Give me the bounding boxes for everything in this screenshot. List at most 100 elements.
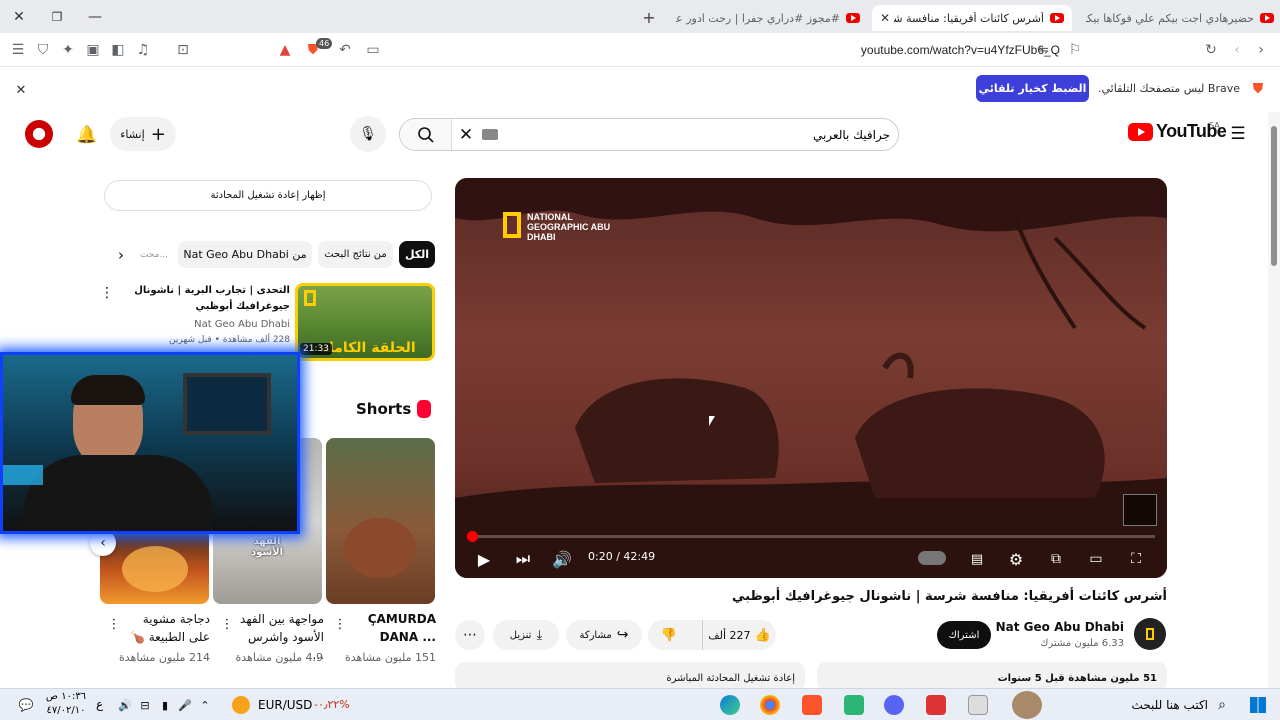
taskbar-app-icon[interactable] — [926, 695, 946, 715]
close-notice-icon[interactable]: ✕ — [12, 81, 30, 99]
play-icon[interactable]: ▶ — [472, 547, 496, 571]
chip-from-search[interactable]: من نتائج البحث — [318, 241, 393, 268]
create-button[interactable]: إنشاء + — [110, 117, 176, 151]
voice-search-button[interactable]: 🎙 — [350, 116, 386, 152]
dislike-icon[interactable]: 👎 — [660, 627, 678, 643]
miniplayer-icon[interactable]: ⧉ — [1044, 547, 1068, 571]
short-more-icon[interactable]: ⋮ — [108, 616, 121, 632]
clear-search-icon[interactable]: ✕ — [456, 125, 476, 145]
screenshot-icon[interactable]: ⊡ — [174, 41, 192, 59]
chip-from-channel[interactable]: من Nat Geo Abu Dhabi — [178, 241, 312, 268]
related-more-icon[interactable]: ⋮ — [100, 284, 114, 302]
short-more-icon[interactable]: ⋮ — [334, 616, 347, 632]
back-icon[interactable]: › — [1252, 41, 1270, 59]
reload-icon[interactable]: ↻ — [1202, 41, 1220, 59]
forward-icon[interactable]: ‹ — [1228, 41, 1246, 59]
battery-tray-icon[interactable]: ▮ — [158, 697, 172, 713]
more-actions-button[interactable]: ⋯ — [455, 620, 485, 650]
notification-center-icon[interactable]: 💬 — [18, 697, 34, 713]
related-thumb-text: الحلقة الكاملة — [320, 340, 416, 356]
taskbar-brave-icon[interactable] — [802, 695, 822, 715]
bookmark-icon[interactable]: ⚐ — [1066, 41, 1084, 59]
channel-avatar[interactable] — [25, 120, 53, 148]
taskbar-app-icon[interactable] — [844, 695, 864, 715]
guide-menu-icon[interactable]: ☰ — [1228, 124, 1248, 144]
cast-icon[interactable]: ▭ — [364, 41, 382, 59]
download-button[interactable]: تنزيل ⤓ — [493, 620, 559, 650]
subscribe-button[interactable]: اشتراك — [937, 621, 991, 649]
wallet-icon[interactable]: ▣ — [84, 41, 102, 59]
taskbar-search-placeholder[interactable]: اكتب هنا للبحث — [1100, 698, 1208, 712]
short-title[interactable]: ÇAMURDA DANA ... — [352, 610, 436, 646]
shield-outline-icon[interactable]: ⛉ — [34, 41, 52, 59]
new-tab-icon[interactable]: + — [640, 8, 658, 27]
like-button[interactable]: 227 ألف 👍 — [702, 620, 776, 650]
notifications-bell-icon[interactable]: 🔔 — [76, 124, 98, 146]
channel-logo[interactable] — [1134, 618, 1166, 650]
tab-item[interactable]: #مجوز #دراري جفرا | رحت ادور عليها و... — [670, 5, 866, 31]
short-more-icon[interactable]: ⋮ — [221, 616, 234, 632]
video-player[interactable]: NATIONAL GEOGRAPHIC ABU DHABI ▶ ⏭ 🔊 0:20… — [455, 178, 1167, 578]
scrollbar-thumb[interactable] — [1271, 126, 1277, 266]
windows-start-icon[interactable] — [1250, 697, 1266, 713]
network-tray-icon[interactable]: ⊟ — [138, 697, 152, 713]
rewards-icon[interactable]: ▲ — [276, 41, 294, 59]
progress-bar[interactable] — [467, 531, 1155, 542]
share-arrow-icon[interactable]: ↶ — [336, 41, 354, 59]
channel-name[interactable]: Nat Geo Abu Dhabi — [980, 620, 1124, 634]
clock-date[interactable]: ٤٧/٠٢/١٠ — [44, 705, 88, 716]
restore-window-icon[interactable]: ❐ — [48, 8, 66, 26]
page-scrollbar[interactable] — [1268, 112, 1280, 688]
volume-icon[interactable]: 🔊 — [550, 547, 574, 571]
chips-scroll-right-icon[interactable]: › — [112, 246, 130, 264]
set-default-button[interactable]: الضبط كخيار تلقائي — [976, 75, 1089, 102]
autoplay-toggle[interactable] — [918, 551, 946, 565]
related-video-title[interactable]: التحدى | تجارب البرية | ناشونال جيوغرافي… — [124, 283, 290, 315]
tab-item-active[interactable]: أشرس كائنات أفريقيا: منافسة شرسة... ✕ — [872, 5, 1072, 31]
like-count: 227 ألف — [708, 628, 751, 642]
clock-time[interactable]: ١٠:٣٦ ص — [44, 691, 88, 702]
taskbar-discord-icon[interactable] — [884, 695, 904, 715]
tab-item[interactable]: حضيرهادي اجت بيكم علي فوكاها بيكم... — [1080, 5, 1280, 31]
taskbar-chrome-icon[interactable] — [760, 695, 780, 715]
short-title[interactable]: دجاجة مشوية على الطبيعة 🍗 — [126, 610, 210, 646]
show-chat-replay-button[interactable]: إظهار إعادة تشغيل المحادثة — [104, 180, 432, 211]
chip-more[interactable]: محت... — [140, 241, 168, 268]
short-thumbnail[interactable] — [326, 438, 435, 604]
share-button[interactable]: مشاركة ↪ — [566, 620, 642, 650]
menu-icon[interactable]: ☰ — [9, 41, 27, 59]
shorts-heading-text: Shorts — [356, 400, 412, 418]
tray-chevron-icon[interactable]: ⌃ — [198, 697, 212, 713]
input-language[interactable]: ع — [96, 697, 103, 711]
related-video-thumbnail[interactable]: الحلقة الكاملة 21:33 — [295, 283, 435, 361]
short-views: 151 مليون مشاهدة — [344, 651, 436, 664]
ticker-symbol[interactable]: EUR/USD — [258, 698, 312, 712]
search-input[interactable] — [510, 123, 890, 146]
settings-gear-icon[interactable]: ⚙ — [1004, 547, 1028, 571]
minimize-window-icon[interactable]: — — [86, 8, 104, 26]
theater-mode-icon[interactable]: ▭ — [1084, 547, 1108, 571]
create-label: إنشاء — [120, 127, 145, 141]
taskbar-app-icon[interactable] — [968, 695, 988, 715]
close-tab-icon[interactable]: ✕ — [880, 11, 890, 25]
subtitles-icon[interactable]: ▤ — [965, 547, 989, 571]
volume-tray-icon[interactable]: 🔊 — [118, 697, 132, 713]
microphone-tray-icon[interactable]: 🎤 — [178, 697, 192, 713]
keyboard-icon[interactable] — [482, 129, 498, 140]
site-settings-icon[interactable]: ⇋ — [1034, 41, 1052, 59]
extension-icon[interactable]: ✦ — [59, 41, 77, 59]
search-submit-button[interactable] — [400, 119, 452, 150]
sidebar-icon[interactable]: ◧ — [109, 41, 127, 59]
close-window-icon[interactable]: ✕ — [10, 8, 28, 26]
taskbar-search-icon[interactable]: ⌕ — [1212, 695, 1232, 715]
tab-title: حضيرهادي اجت بيكم علي فوكاها بيكم... — [1086, 11, 1254, 25]
short-food-shape — [344, 518, 416, 578]
taskbar-edge-icon[interactable] — [720, 695, 740, 715]
fullscreen-icon[interactable]: ⛶ — [1124, 547, 1148, 571]
share-icon: ↪ — [616, 627, 629, 643]
music-icon[interactable]: ♫ — [134, 41, 152, 59]
next-icon[interactable]: ⏭ — [511, 547, 535, 571]
short-thumbnail[interactable] — [100, 528, 209, 604]
chip-all[interactable]: الكل — [399, 241, 435, 268]
address-bar[interactable]: youtube.com/watch?v=u4YfzFUb6_Q — [560, 40, 1060, 60]
